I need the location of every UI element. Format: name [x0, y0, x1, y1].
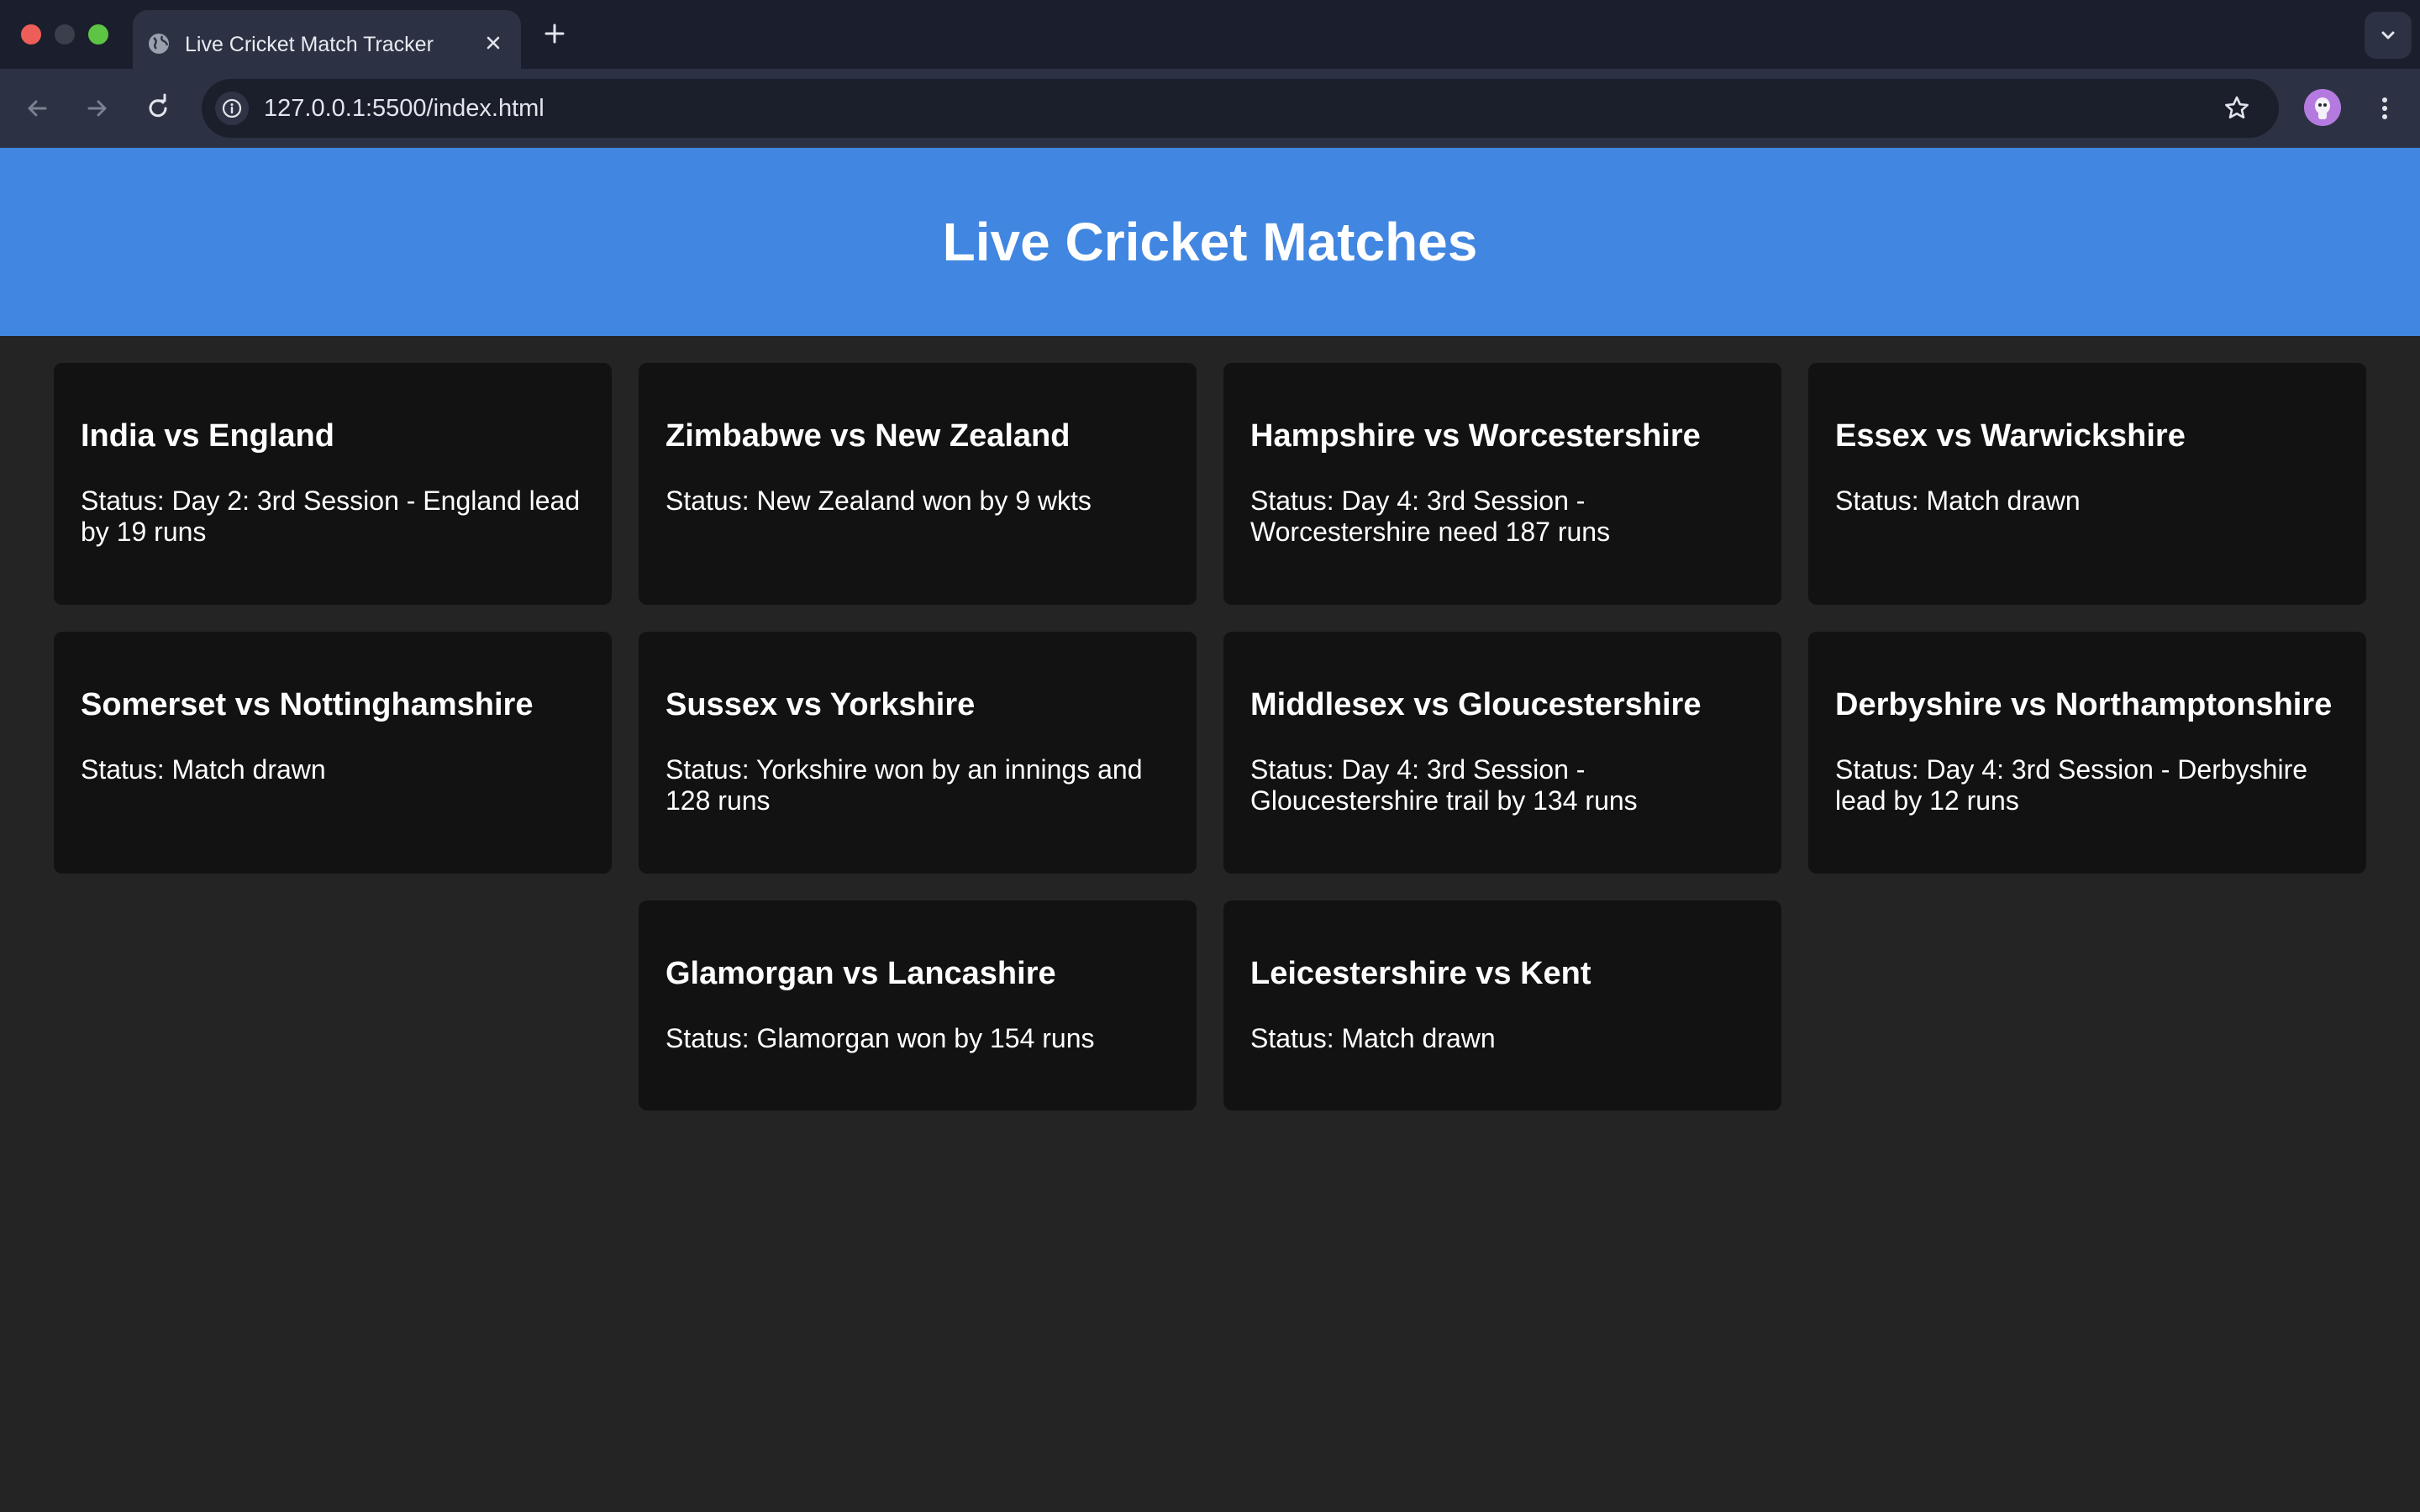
match-status: Status: Match drawn	[81, 753, 326, 785]
match-title: Hampshire vs Worcestershire	[1250, 418, 1701, 454]
match-status: Status: Match drawn	[1250, 1022, 1496, 1053]
match-status: Status: Match drawn	[1835, 485, 2081, 516]
match-card: Derbyshire vs Northamptonshire Status: D…	[1808, 632, 2366, 874]
match-card: Somerset vs Nottinghamshire Status: Matc…	[54, 632, 612, 874]
address-bar[interactable]: 127.0.0.1:5500/index.html	[202, 79, 2279, 138]
tab-search-button[interactable]	[2365, 12, 2412, 59]
match-card: Glamorgan vs Lancashire Status: Glamorga…	[639, 900, 1197, 1110]
match-card: Hampshire vs Worcestershire Status: Day …	[1223, 363, 1781, 605]
match-title: Glamorgan vs Lancashire	[666, 956, 1056, 991]
page-header: Live Cricket Matches	[0, 148, 2420, 336]
match-title: Middlesex vs Gloucestershire	[1250, 687, 1702, 722]
match-card: Sussex vs Yorkshire Status: Yorkshire wo…	[639, 632, 1197, 874]
match-status: Status: Glamorgan won by 154 runs	[666, 1022, 1095, 1053]
match-status: Status: Day 2: 3rd Session - England lea…	[81, 485, 581, 547]
match-title: Somerset vs Nottinghamshire	[81, 687, 534, 722]
close-window-button[interactable]	[21, 24, 41, 45]
minimize-window-button[interactable]	[55, 24, 75, 45]
arrow-left-icon[interactable]	[20, 92, 54, 125]
match-status: Status: New Zealand won by 9 wkts	[666, 485, 1092, 516]
avatar-icon[interactable]	[2304, 89, 2341, 126]
matches-grid: India vs England Status: Day 2: 3rd Sess…	[54, 363, 2366, 1110]
match-title: Essex vs Warwickshire	[1835, 418, 2186, 454]
globe-icon	[146, 31, 171, 56]
browser-tab-strip: Live Cricket Match Tracker	[0, 0, 2420, 69]
match-status: Status: Day 4: 3rd Session - Derbyshire …	[1835, 753, 2308, 816]
match-status: Status: Yorkshire won by an innings and …	[666, 753, 1143, 816]
arrow-right-icon[interactable]	[81, 92, 114, 125]
match-status: Status: Day 4: 3rd Session - Worcestersh…	[1250, 485, 1611, 547]
chevron-down-icon	[2381, 31, 2395, 39]
star-icon[interactable]	[2220, 92, 2254, 125]
close-icon[interactable]	[481, 30, 506, 55]
match-title: Leicestershire vs Kent	[1250, 956, 1591, 991]
match-title: Zimbabwe vs New Zealand	[666, 418, 1071, 454]
kebab-menu-icon[interactable]	[2368, 92, 2402, 125]
browser-toolbar: 127.0.0.1:5500/index.html	[0, 69, 2420, 148]
match-card: Zimbabwe vs New Zealand Status: New Zeal…	[639, 363, 1197, 605]
reload-icon[interactable]	[141, 92, 175, 125]
page-content: Live Cricket Matches India vs England St…	[0, 148, 2420, 1512]
match-card: India vs England Status: Day 2: 3rd Sess…	[54, 363, 612, 605]
page-title: Live Cricket Matches	[942, 212, 1478, 272]
match-title: Sussex vs Yorkshire	[666, 687, 976, 722]
match-card: Middlesex vs Gloucestershire Status: Day…	[1223, 632, 1781, 874]
match-title: Derbyshire vs Northamptonshire	[1835, 687, 2333, 722]
browser-tab-active[interactable]: Live Cricket Match Tracker	[133, 10, 521, 69]
match-title: India vs England	[81, 418, 334, 454]
match-card: Essex vs Warwickshire Status: Match draw…	[1808, 363, 2366, 605]
tab-title: Live Cricket Match Tracker	[185, 33, 434, 56]
url-text[interactable]: 127.0.0.1:5500/index.html	[264, 79, 544, 138]
match-card: Leicestershire vs Kent Status: Match dra…	[1223, 900, 1781, 1110]
match-status: Status: Day 4: 3rd Session - Gloucesters…	[1250, 753, 1638, 816]
plus-icon[interactable]	[538, 17, 571, 50]
info-icon[interactable]	[215, 92, 249, 125]
maximize-window-button[interactable]	[88, 24, 108, 45]
